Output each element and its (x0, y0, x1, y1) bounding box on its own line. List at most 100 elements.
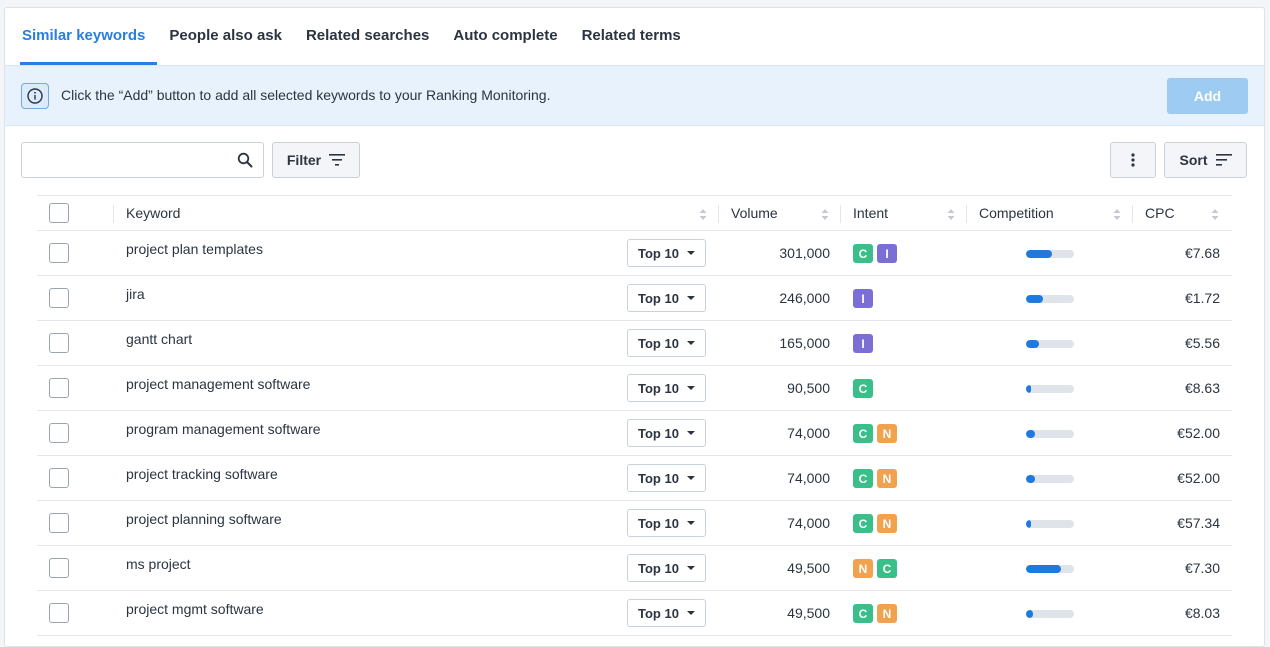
header-keyword[interactable]: Keyword (126, 196, 180, 230)
tab-people-also-ask[interactable]: People also ask (157, 8, 294, 65)
sort-arrows-icon[interactable] (947, 209, 955, 220)
intent-badges: NC (853, 559, 897, 578)
intent-badge-c: C (853, 424, 873, 443)
position-dropdown[interactable]: Top 10 (627, 599, 706, 627)
tab-related-searches[interactable]: Related searches (294, 8, 441, 65)
column-divider (1132, 205, 1133, 223)
sort-arrows-icon[interactable] (821, 209, 829, 220)
row-checkbox[interactable] (49, 558, 69, 578)
volume-value: 90,500 (787, 380, 830, 396)
intent-badge-c: C (853, 604, 873, 623)
position-dropdown[interactable]: Top 10 (627, 239, 706, 267)
sort-button[interactable]: Sort (1164, 142, 1247, 178)
row-select-cell (49, 501, 69, 545)
position-dropdown[interactable]: Top 10 (627, 329, 706, 357)
keyword-research-panel: Similar keywords People also ask Related… (4, 7, 1265, 647)
cpc-value: €5.56 (1184, 335, 1220, 351)
tab-label: Related terms (581, 27, 681, 44)
table-body: project plan templates Top 10 301,000 C I €7.… (37, 231, 1232, 636)
caret-down-icon (687, 566, 695, 570)
intent-badges: I (853, 334, 873, 353)
add-button[interactable]: Add (1167, 78, 1248, 114)
tab-related-terms[interactable]: Related terms (570, 8, 693, 65)
volume-value: 74,000 (787, 515, 830, 531)
intent-badge-n: N (877, 514, 897, 533)
sort-arrows-icon[interactable] (1113, 209, 1121, 220)
competition-bar-fill (1026, 610, 1034, 618)
table-row[interactable]: project mgmt software Top 10 49,500 C N €8.03 (37, 591, 1232, 636)
row-checkbox[interactable] (49, 243, 69, 263)
row-select-cell (49, 366, 69, 410)
row-checkbox[interactable] (49, 513, 69, 533)
keyword-text: project management software (126, 376, 311, 392)
position-dropdown-label: Top 10 (638, 380, 679, 396)
more-options-button[interactable] (1110, 142, 1156, 178)
search-field[interactable] (21, 142, 264, 178)
row-select-cell (49, 456, 69, 500)
column-divider (840, 205, 841, 223)
volume-value: 165,000 (779, 335, 830, 351)
position-dropdown[interactable]: Top 10 (627, 419, 706, 447)
table-row[interactable]: project plan templates Top 10 301,000 C I €7.… (37, 231, 1232, 276)
tab-auto-complete[interactable]: Auto complete (441, 8, 569, 65)
position-dropdown-label: Top 10 (638, 560, 679, 576)
header-competition[interactable]: Competition (979, 196, 1054, 230)
competition-bar-fill (1026, 565, 1061, 573)
competition-bar (1026, 295, 1074, 303)
row-checkbox[interactable] (49, 288, 69, 308)
tab-similar-keywords[interactable]: Similar keywords (20, 8, 158, 65)
header-volume[interactable]: Volume (731, 196, 778, 230)
table-row[interactable]: program management software Top 10 74,000 C… (37, 411, 1232, 456)
competition-bar-fill (1026, 250, 1053, 258)
row-select-cell (49, 321, 69, 365)
intent-badges: CN (853, 604, 897, 623)
filter-icon (329, 154, 346, 166)
competition-bar (1026, 565, 1074, 573)
row-checkbox[interactable] (49, 468, 69, 488)
position-dropdown[interactable]: Top 10 (627, 374, 706, 402)
sort-arrows-icon[interactable] (1211, 209, 1219, 220)
table-row[interactable]: ms project Top 10 49,500 N C €7.30 (37, 546, 1232, 591)
table-row[interactable]: project management software Top 10 90,500 C… (37, 366, 1232, 411)
header-intent[interactable]: Intent (853, 196, 888, 230)
table-row[interactable]: gantt chart Top 10 165,000 I €5.56 (37, 321, 1232, 366)
table-row[interactable]: jira Top 10 246,000 I €1.72 (37, 276, 1232, 321)
sort-arrows-icon[interactable] (699, 209, 707, 220)
vertical-dots-icon (1131, 153, 1135, 167)
row-checkbox[interactable] (49, 378, 69, 398)
tab-label: People also ask (169, 27, 282, 44)
info-banner: Click the “Add” button to add all select… (5, 65, 1264, 126)
intent-badges: CI (853, 244, 897, 263)
competition-bar (1026, 340, 1074, 348)
row-checkbox[interactable] (49, 603, 69, 623)
row-select-cell (49, 591, 69, 635)
tab-label: Similar keywords (22, 27, 146, 44)
intent-badge-c: C (877, 559, 897, 578)
column-divider (718, 205, 719, 223)
caret-down-icon (687, 296, 695, 300)
caret-down-icon (687, 341, 695, 345)
cpc-value: €52.00 (1177, 470, 1220, 486)
table-row[interactable]: project tracking software Top 10 74,000 C N €… (37, 456, 1232, 501)
competition-bar (1026, 520, 1074, 528)
row-checkbox[interactable] (49, 333, 69, 353)
intent-badges: CN (853, 469, 897, 488)
caret-down-icon (687, 611, 695, 615)
row-checkbox[interactable] (49, 423, 69, 443)
table-row[interactable]: project planning software Top 10 74,000 C N €… (37, 501, 1232, 546)
competition-bar (1026, 475, 1074, 483)
search-input[interactable] (22, 143, 227, 177)
search-icon[interactable] (237, 152, 253, 171)
cpc-value: €7.30 (1184, 560, 1220, 576)
column-divider (113, 205, 114, 223)
position-dropdown[interactable]: Top 10 (627, 464, 706, 492)
cpc-value: €57.34 (1177, 515, 1220, 531)
position-dropdown[interactable]: Top 10 (627, 554, 706, 582)
intent-badge-c: C (853, 469, 873, 488)
filter-button[interactable]: Filter (272, 142, 360, 178)
position-dropdown[interactable]: Top 10 (627, 284, 706, 312)
position-dropdown[interactable]: Top 10 (627, 509, 706, 537)
select-all-checkbox[interactable] (49, 203, 69, 223)
header-cpc[interactable]: CPC (1145, 196, 1175, 230)
volume-value: 49,500 (787, 605, 830, 621)
